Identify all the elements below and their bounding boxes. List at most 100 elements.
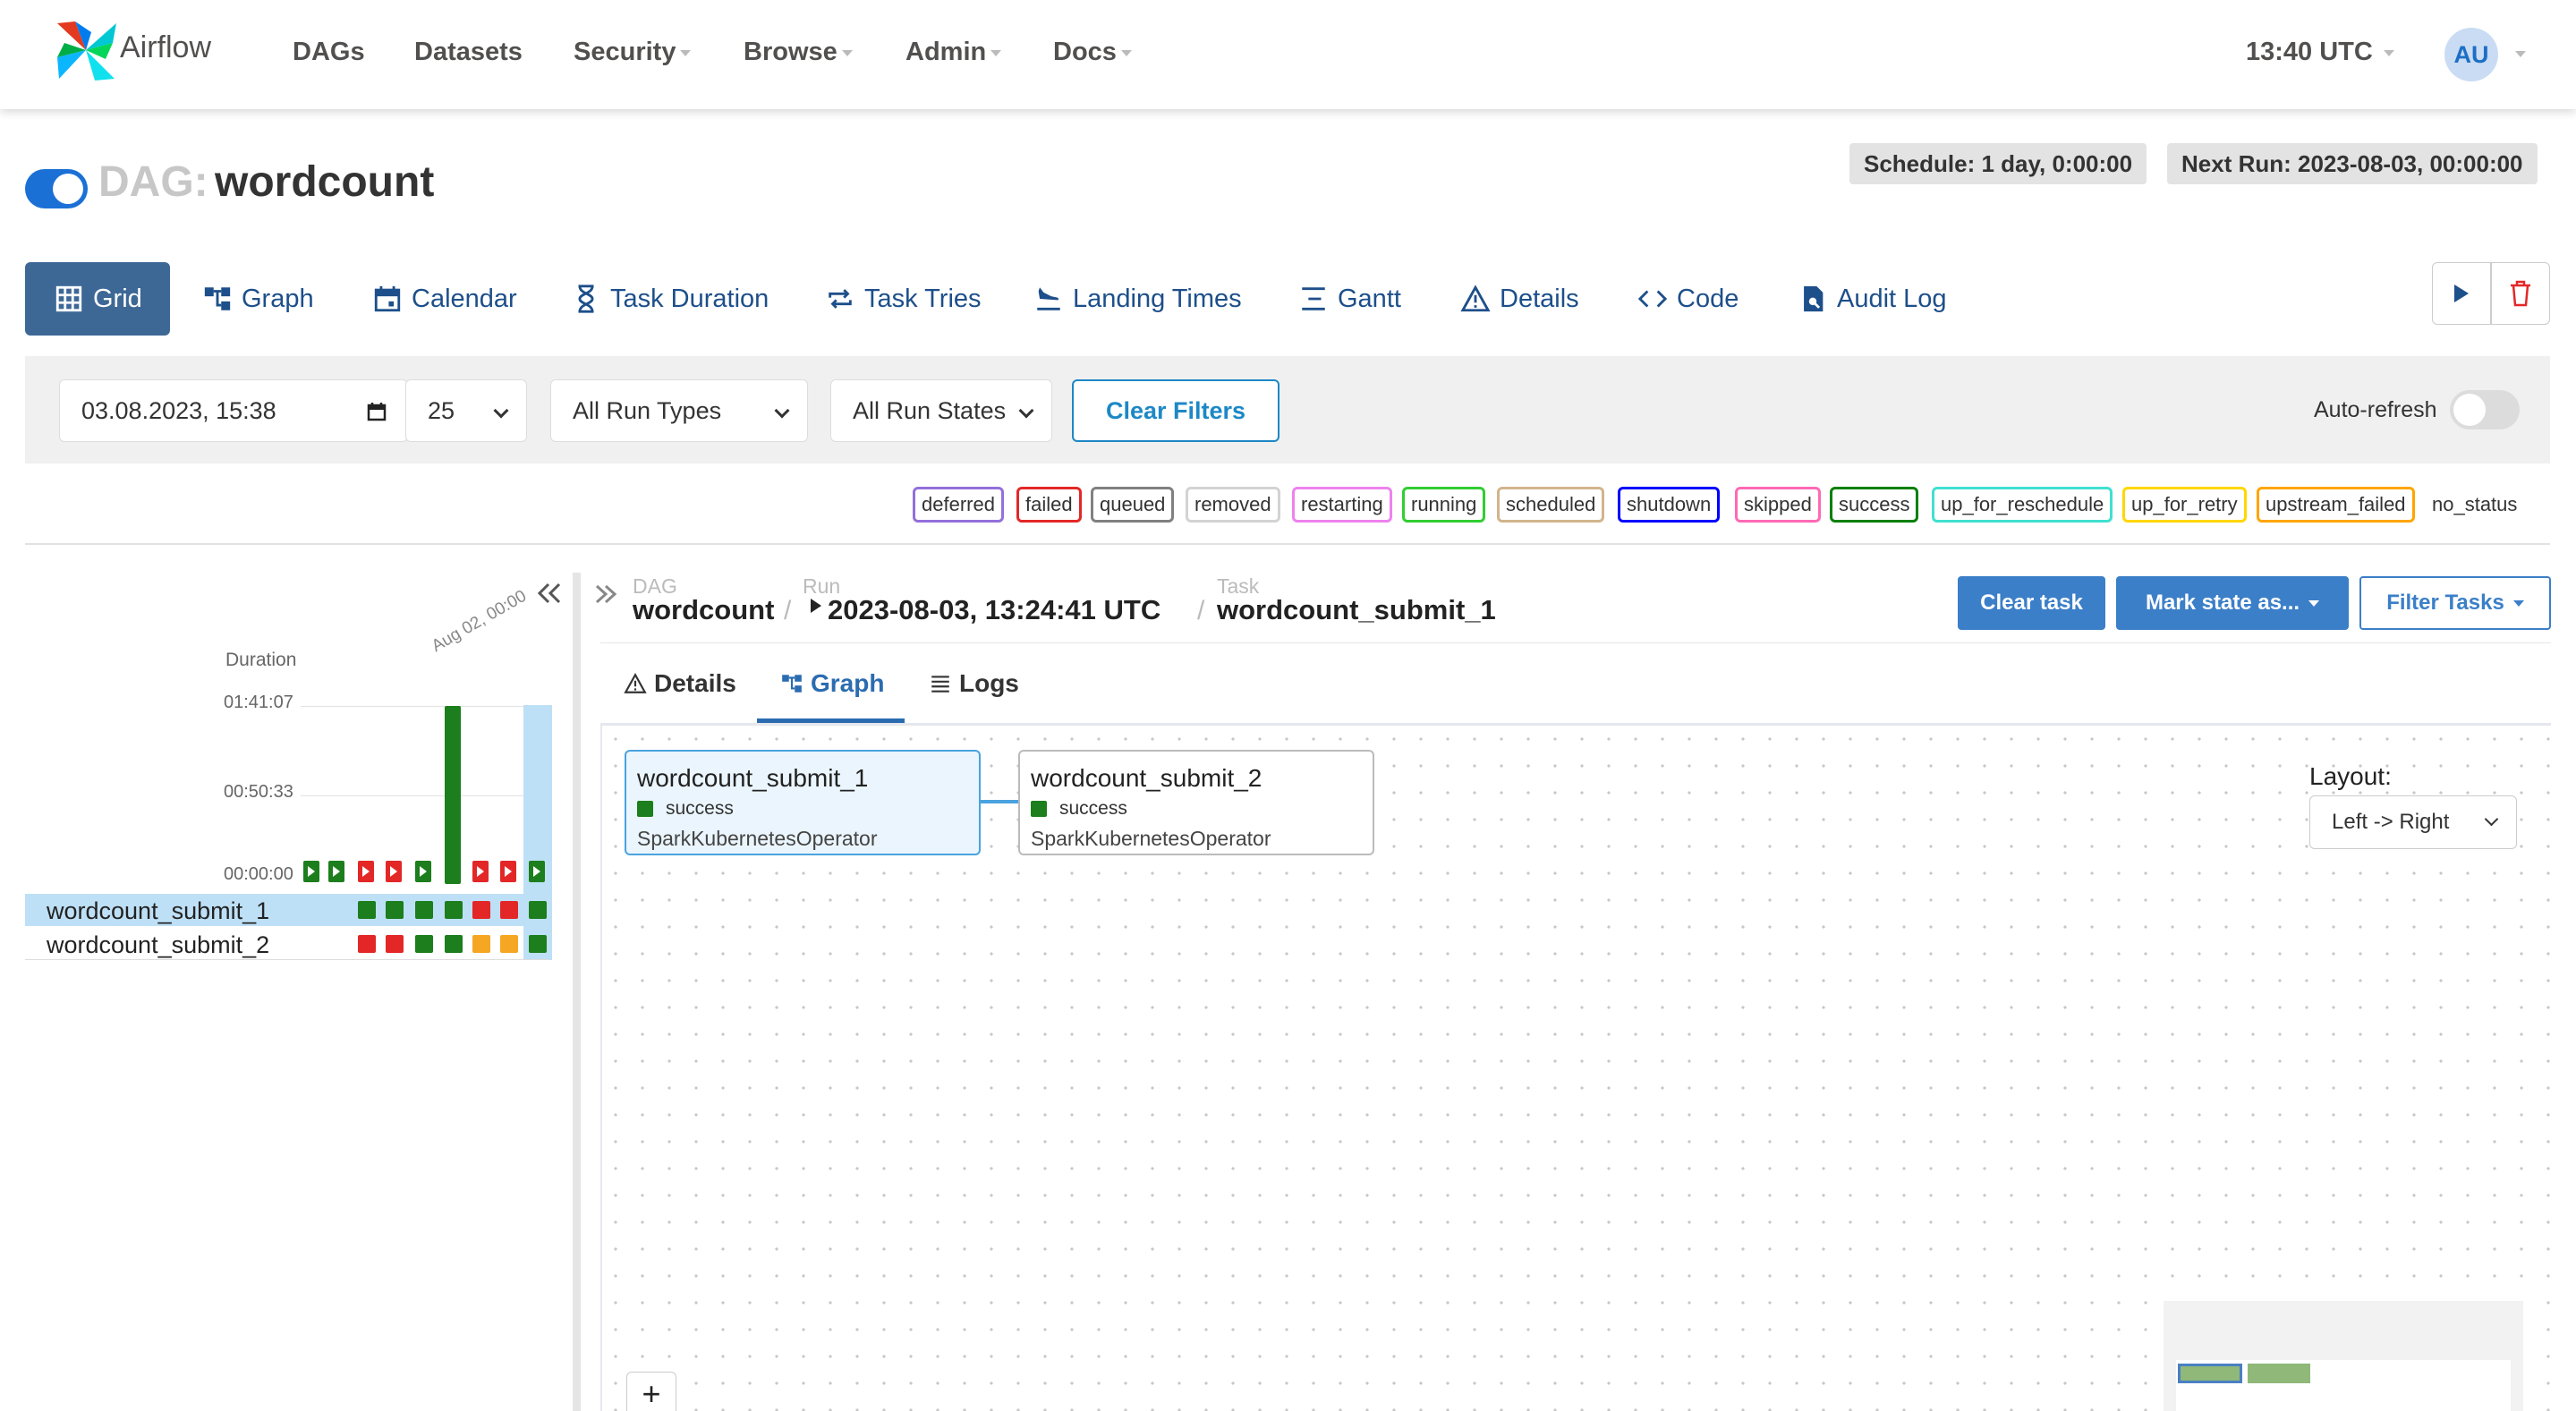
breadcrumb-task[interactable]: wordcount_submit_1: [1217, 594, 1496, 626]
filter-tasks-button[interactable]: Filter Tasks: [2359, 576, 2551, 630]
user-avatar[interactable]: AU: [2444, 28, 2498, 81]
breadcrumb-run[interactable]: 2023-08-03, 13:24:41 UTC: [810, 594, 1160, 626]
task-instance-cell[interactable]: [500, 901, 518, 919]
breadcrumb-dag[interactable]: wordcount: [633, 594, 774, 626]
detail-tab-graph[interactable]: Graph: [780, 669, 884, 698]
task-instance-cell[interactable]: [445, 901, 463, 919]
legend-item[interactable]: running: [1402, 487, 1486, 523]
tab-audit-log[interactable]: Audit Log: [1798, 262, 1947, 336]
execution-date-input[interactable]: 03.08.2023, 15:38: [59, 379, 408, 442]
run-types-select[interactable]: All Run Types: [550, 379, 808, 442]
nav-browse-label: Browse: [744, 38, 837, 66]
task-instance-cell[interactable]: [358, 901, 376, 919]
task-instance-cell[interactable]: [529, 901, 547, 919]
task-row-name[interactable]: wordcount_submit_1: [47, 897, 269, 925]
delete-dag-button[interactable]: [2491, 262, 2550, 325]
legend-item[interactable]: queued: [1091, 487, 1175, 523]
brand-name[interactable]: Airflow: [120, 30, 211, 65]
tab-grid[interactable]: Grid: [25, 262, 170, 336]
tab-details[interactable]: Details: [1460, 262, 1579, 336]
task-instance-cell[interactable]: [415, 935, 433, 953]
legend-item[interactable]: skipped: [1735, 487, 1821, 523]
graph-node[interactable]: wordcount_submit_1 success SparkKubernet…: [625, 750, 981, 855]
legend-item[interactable]: removed: [1186, 487, 1280, 523]
tab-graph[interactable]: Graph: [202, 262, 314, 336]
legend-item[interactable]: no_status: [2432, 487, 2517, 523]
run-types-value: All Run Types: [573, 396, 722, 424]
legend-item[interactable]: up_for_retry: [2122, 487, 2247, 523]
nav-admin[interactable]: Admin: [905, 38, 1002, 67]
run-states-select[interactable]: All Run States: [830, 379, 1052, 442]
task-instance-cell[interactable]: [386, 935, 404, 953]
graph-icon: [204, 287, 231, 310]
detail-tab-logs[interactable]: Logs: [929, 669, 1019, 698]
clock-dropdown[interactable]: 13:40 UTC: [2246, 38, 2394, 67]
nav-browse[interactable]: Browse: [744, 38, 853, 67]
legend-item[interactable]: scheduled: [1497, 487, 1605, 523]
run-button[interactable]: [386, 861, 402, 882]
clear-task-button[interactable]: Clear task: [1958, 576, 2105, 630]
tab-calendar[interactable]: Calendar: [372, 262, 517, 336]
nav-docs[interactable]: Docs: [1053, 38, 1132, 67]
run-duration-bar[interactable]: [445, 706, 461, 884]
run-button[interactable]: [529, 861, 545, 882]
task-instance-cell[interactable]: [415, 901, 433, 919]
run-button[interactable]: [472, 861, 489, 882]
nav-security[interactable]: Security: [574, 38, 692, 67]
legend-item[interactable]: success: [1830, 487, 1919, 523]
run-button[interactable]: [500, 861, 516, 882]
dag-pause-toggle[interactable]: [25, 169, 88, 208]
legend-item[interactable]: deferred: [913, 487, 1004, 523]
legend-item[interactable]: up_for_reschedule: [1932, 487, 2113, 523]
task-instance-cell[interactable]: [529, 935, 547, 953]
detail-tab-details[interactable]: Details: [624, 669, 736, 698]
task-instance-cell[interactable]: [472, 901, 490, 919]
task-instance-cell[interactable]: [386, 901, 404, 919]
warning-triangle-icon: [624, 673, 647, 693]
nav-datasets[interactable]: Datasets: [414, 38, 523, 67]
legend-item[interactable]: restarting: [1292, 487, 1392, 523]
tab-code[interactable]: Code: [1637, 262, 1739, 336]
calendar-icon[interactable]: [366, 401, 387, 422]
task-row-name[interactable]: wordcount_submit_2: [47, 931, 269, 959]
tab-landing-times[interactable]: Landing Times: [1033, 262, 1242, 336]
tab-task-duration[interactable]: Task Duration: [571, 262, 769, 336]
clear-filters-button[interactable]: Clear Filters: [1072, 379, 1279, 442]
run-button[interactable]: [328, 861, 344, 882]
nav-security-label: Security: [574, 38, 676, 66]
task-instance-cell[interactable]: [472, 935, 490, 953]
tab-task-tries[interactable]: Task Tries: [825, 262, 982, 336]
caret-down-icon[interactable]: [2515, 51, 2526, 57]
trigger-dag-button[interactable]: [2432, 262, 2491, 325]
legend-item[interactable]: shutdown: [1618, 487, 1721, 523]
task-instance-cell[interactable]: [500, 935, 518, 953]
dag-title[interactable]: wordcount: [215, 157, 434, 207]
task-instance-cell[interactable]: [358, 935, 376, 953]
minimap[interactable]: [2164, 1301, 2523, 1411]
filter-bar: 03.08.2023, 15:38 25 All Run Types All R…: [25, 356, 2550, 463]
nav-admin-label: Admin: [905, 38, 987, 66]
collapse-panel-icon[interactable]: [537, 582, 562, 605]
legend-item[interactable]: failed: [1016, 487, 1082, 523]
task-instance-cell[interactable]: [445, 935, 463, 953]
nav-dags[interactable]: DAGs: [293, 38, 365, 67]
status-square: [1031, 801, 1047, 817]
graph-node[interactable]: wordcount_submit_2 success SparkKubernet…: [1018, 750, 1374, 855]
auto-refresh-toggle[interactable]: [2450, 390, 2520, 429]
panel-resizer[interactable]: [573, 573, 581, 1411]
gantt-icon: [1302, 287, 1325, 310]
tab-gantt[interactable]: Gantt: [1298, 262, 1401, 336]
run-button[interactable]: [358, 861, 374, 882]
mark-state-button[interactable]: Mark state as...: [2116, 576, 2349, 630]
run-button[interactable]: [415, 861, 431, 882]
legend-item[interactable]: upstream_failed: [2257, 487, 2415, 523]
zoom-in-button[interactable]: +: [626, 1372, 676, 1411]
airflow-logo-icon[interactable]: [52, 16, 120, 84]
node-operator: SparkKubernetesOperator: [637, 827, 878, 850]
layout-select[interactable]: Left -> Right: [2309, 795, 2517, 849]
next-run-badge: Next Run: 2023-08-03, 00:00:00: [2167, 143, 2538, 184]
expand-panel-icon[interactable]: [594, 583, 617, 605]
num-runs-select[interactable]: 25: [405, 379, 527, 442]
status-square: [637, 801, 653, 817]
run-button[interactable]: [303, 861, 319, 882]
